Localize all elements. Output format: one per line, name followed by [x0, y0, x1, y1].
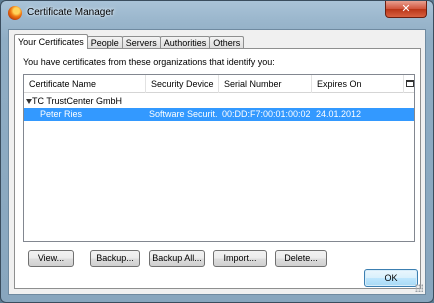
window-title: Certificate Manager [27, 7, 115, 18]
tab-strip: Your Certificates People Servers Authori… [14, 33, 245, 49]
certificate-manager-window: Certificate Manager ✕ Your Certificates … [0, 0, 434, 303]
tab-panel: You have certificates from these organiz… [14, 48, 421, 289]
dialog-client-area: Your Certificates People Servers Authori… [8, 29, 426, 295]
tree-group-row[interactable]: TC TrustCenter GmbH [24, 95, 414, 108]
column-picker-icon [406, 80, 414, 87]
column-picker-button[interactable] [404, 75, 414, 93]
close-button[interactable]: ✕ [385, 1, 427, 18]
column-header-security-device[interactable]: Security Device [146, 75, 219, 93]
backup-all-button[interactable]: Backup All... [149, 250, 205, 267]
table-row[interactable]: Peter Ries Software Securit... 00:DD:F7:… [24, 108, 414, 121]
certificate-tree[interactable]: Certificate Name Security Device Serial … [23, 74, 415, 242]
cell-serial-number: 00:DD:F7:00:01:00:02:0... [222, 109, 310, 119]
cell-expires-on: 24.01.2012 [316, 109, 362, 119]
title-bar[interactable]: Certificate Manager ✕ [1, 1, 433, 27]
cell-security-device: Software Securit... [149, 109, 217, 119]
delete-button[interactable]: Delete... [275, 250, 327, 267]
tree-header: Certificate Name Security Device Serial … [24, 75, 414, 93]
column-header-expires-on[interactable]: Expires On [312, 75, 404, 93]
view-button[interactable]: View... [28, 250, 74, 267]
intro-text: You have certificates from these organiz… [23, 57, 275, 67]
firefox-icon [8, 6, 22, 20]
resize-grip[interactable] [415, 284, 423, 292]
column-header-serial-number[interactable]: Serial Number [219, 75, 312, 93]
tab-your-certificates[interactable]: Your Certificates [14, 34, 88, 49]
backup-button[interactable]: Backup... [90, 250, 140, 267]
ok-button[interactable]: OK [364, 269, 418, 287]
import-button[interactable]: Import... [213, 250, 267, 267]
cell-certificate-name: Peter Ries [40, 109, 83, 119]
group-label: TC TrustCenter GmbH [32, 96, 123, 106]
close-icon: ✕ [401, 2, 411, 15]
column-header-certificate-name[interactable]: Certificate Name [24, 75, 146, 93]
